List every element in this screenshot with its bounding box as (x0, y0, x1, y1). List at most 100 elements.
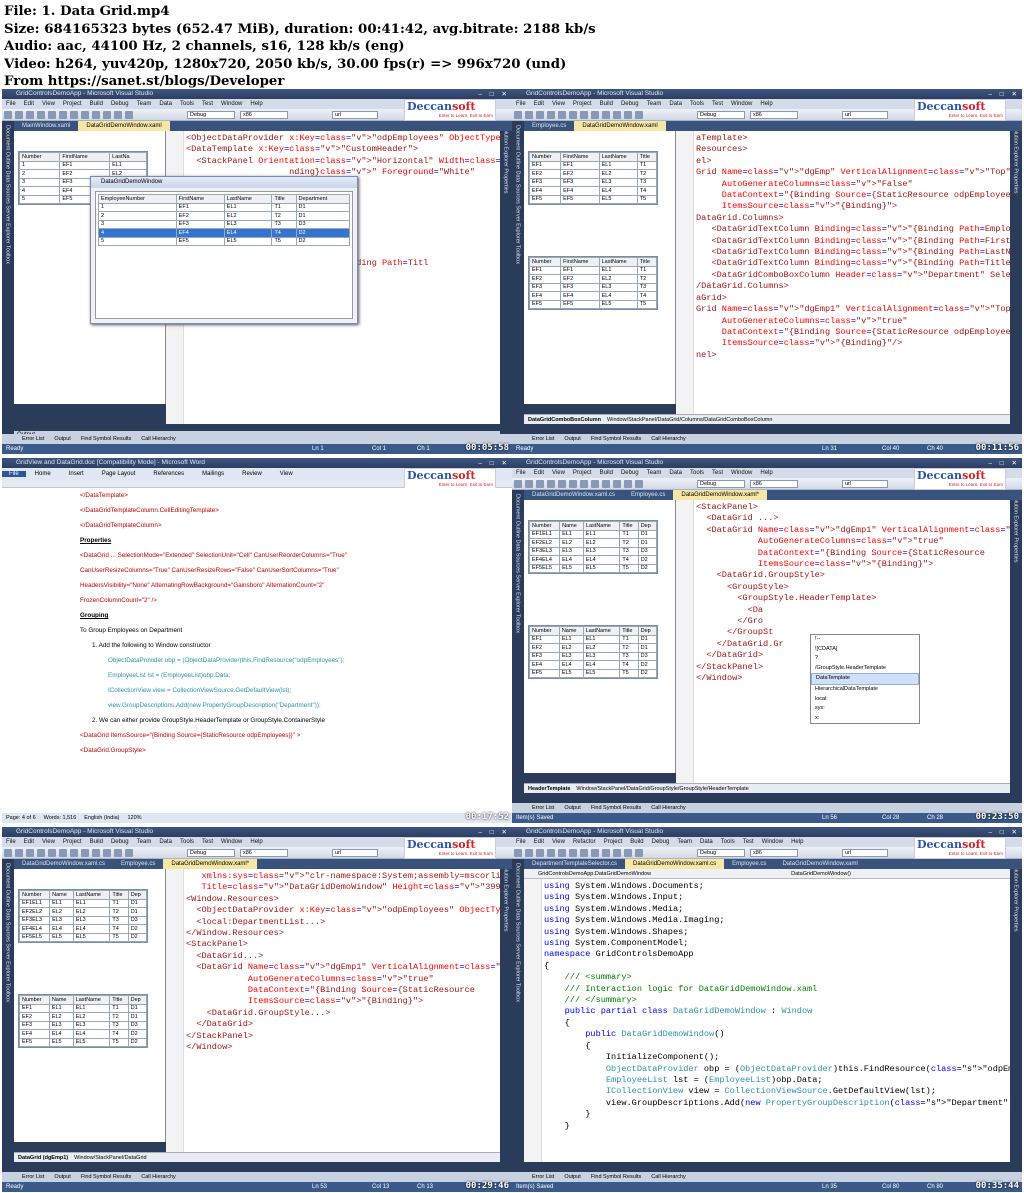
grid-row[interactable]: EF1 EF1 EL1 T1 (528, 160, 658, 170)
breadcrumb-selected[interactable]: DataGrid (dgEmp1) (18, 1155, 68, 1161)
code-editor[interactable]: xmlns:sys=class="v">"clr-namespace:Syste… (166, 869, 500, 1162)
grid-cell[interactable]: EL3 (598, 282, 638, 292)
intellisense-item[interactable]: !-- (811, 635, 919, 645)
find-box[interactable]: url (842, 849, 888, 857)
toolbar-button-icon[interactable] (536, 480, 544, 488)
intellisense-item[interactable]: local: (811, 695, 919, 705)
grid-cell[interactable]: EL3 (558, 651, 584, 661)
grid-row[interactable]: EF4 EF4 EL4 T4 (528, 291, 658, 301)
grid-cell[interactable]: EF3 (560, 177, 600, 187)
toolbar-button-icon[interactable] (125, 849, 133, 857)
grid-row[interactable]: EF2 EL2 EL2 T2 D1 (19, 1012, 148, 1022)
grid-cell[interactable]: D3 (637, 651, 658, 661)
grid-cell[interactable]: EF5 (560, 299, 600, 309)
grid-cell[interactable]: EL1 (72, 898, 111, 908)
grid-row[interactable]: EF1 EF1 EL1 T1 (528, 265, 658, 275)
grid-cell[interactable]: T4 (636, 291, 658, 301)
find-box[interactable]: url (842, 111, 888, 119)
designer-datagrid-2[interactable]: Number Name LastName Title Dep EF1 EL1 EL1 T1 D1 E… (529, 626, 658, 678)
grid-cell[interactable]: EF3 (528, 177, 562, 187)
document-tab[interactable]: DepartmentTemplateSelector.cs (524, 859, 625, 869)
grid-cell[interactable]: T2 (619, 643, 639, 653)
grid-cell[interactable]: T4 (271, 228, 297, 238)
grid-cell[interactable]: 5 (98, 236, 177, 246)
grid-cell[interactable]: T2 (109, 1012, 129, 1022)
menu-view[interactable]: View (552, 839, 565, 845)
grid-cell[interactable]: EF2 (528, 274, 562, 284)
grid-column-header[interactable]: Number (18, 890, 51, 900)
grid-column-header[interactable]: LastName (72, 995, 111, 1005)
menu-debug[interactable]: Debug (111, 101, 129, 107)
intellisense-item[interactable]: HierarchicalDataTemplate (811, 685, 919, 695)
grid-row[interactable]: EF1 EL1 EL1 T1 D1 (529, 634, 658, 644)
grid-row[interactable]: EF1EL1 EL1 EL1 T1 D1 (528, 529, 658, 539)
grid-cell[interactable]: EL3 (72, 1020, 111, 1030)
menu-project[interactable]: Project (573, 101, 592, 107)
running-app-window[interactable]: DataGridDemoWindow EmployeeNumber FirstNam… (90, 176, 358, 324)
grid-cell[interactable]: EF1EL1 (528, 529, 561, 539)
grid-row[interactable]: EF4 EL4 EL4 T4 D2 (19, 1029, 148, 1039)
grid-cell[interactable]: EL1 (559, 529, 584, 539)
code-text[interactable]: aTemplate> Resources> el> Grid Name=class="… (696, 133, 1010, 361)
grid-cell[interactable]: D3 (127, 915, 148, 925)
xaml-designer[interactable]: Number Name LastName Title Dep EF1 EL1 EL1 T1 D1 E… (14, 869, 166, 1142)
document-tabs[interactable]: MainWindow.xaml DataGridDemoWindow.xaml (14, 121, 512, 131)
toolbar-button-icon[interactable] (613, 480, 621, 488)
grid-cell[interactable]: D2 (637, 563, 658, 573)
toolbar-button-icon[interactable] (635, 111, 643, 119)
grid-cell[interactable]: EL5 (223, 236, 273, 246)
grid-cell[interactable]: EF4 (529, 660, 560, 670)
type-dropdown[interactable]: GridControlsDemoApp.DataGridDemoWindow (538, 871, 651, 877)
menu-project[interactable]: Project (63, 839, 82, 845)
grid-cell[interactable]: D1 (295, 211, 350, 221)
grid-column-header[interactable]: Name (48, 995, 74, 1005)
grid-cell[interactable]: EL5 (582, 563, 621, 573)
grid-row[interactable]: EF1 EL1 EL1 T1 D1 (19, 1003, 148, 1013)
grid-cell[interactable]: EL2 (49, 907, 74, 917)
menu-data[interactable]: Data (669, 470, 682, 476)
toolbar-button-icon[interactable] (580, 849, 588, 857)
find-box[interactable]: url (332, 111, 378, 119)
grid-cell[interactable]: 4 (98, 228, 177, 238)
grid-cell[interactable]: D2 (127, 924, 148, 934)
intellisense-item[interactable]: /GroupStyle.HeaderTemplate (811, 664, 919, 674)
grid-cell[interactable]: T3 (109, 915, 129, 925)
grid-cell[interactable]: EL4 (598, 291, 638, 301)
toolbar-button-icon[interactable] (114, 849, 122, 857)
document-tab[interactable]: DataGridDemoWindow.xaml* (163, 859, 258, 869)
grid-row[interactable]: 2 EF2 EL2 T2 D1 (98, 211, 350, 221)
ribbon-tab-references[interactable]: References (153, 471, 184, 477)
grid-cell[interactable]: T5 (109, 1037, 129, 1047)
toolbar-button-icon[interactable] (514, 480, 522, 488)
grid-cell[interactable]: T1 (619, 634, 639, 644)
grid-cell[interactable]: EF3 (175, 219, 225, 229)
menu-file[interactable]: File (516, 470, 526, 476)
ribbon-tab-home[interactable]: Home (35, 471, 51, 477)
code-editor[interactable]: using System.Windows.Documents; using Sys… (524, 879, 1010, 1162)
grid-cell[interactable]: EF4 (528, 291, 562, 301)
grid-cell[interactable]: EL4 (49, 924, 74, 934)
window-controls[interactable]: – □ ✕ (478, 459, 510, 468)
tool-tab-find-symbol-results[interactable]: Find Symbol Results (81, 1174, 131, 1180)
grid-column-header[interactable]: Number (18, 152, 61, 162)
grid-cell[interactable]: T5 (636, 299, 658, 309)
grid-cell[interactable]: EF5 (19, 1037, 50, 1047)
bottom-tool-tabs[interactable]: Error List Output Find Symbol Results Call … (512, 1172, 1022, 1182)
menu-view[interactable]: View (552, 470, 565, 476)
toolbar-button-icon[interactable] (114, 111, 122, 119)
grid-column-header[interactable]: Title (619, 521, 639, 531)
grid-row[interactable]: EF3 EF3 EL3 T3 (528, 282, 658, 292)
grid-cell[interactable]: EL4 (223, 228, 273, 238)
grid-cell[interactable]: EF2EL2 (528, 538, 561, 548)
toolbar-button-icon[interactable] (103, 111, 111, 119)
grid-cell[interactable]: D1 (637, 529, 658, 539)
grid-column-header[interactable]: LastName (598, 257, 638, 267)
window-controls[interactable]: – □ ✕ (478, 90, 510, 99)
breadcrumb-selected[interactable]: DataGridComboBoxColumn (528, 417, 601, 423)
right-panel-tabs[interactable]: Solution Explorer Properties (1012, 125, 1018, 193)
grid-row[interactable]: EF5EL5 EL5 EL5 T5 D2 (18, 932, 148, 942)
grid-cell[interactable]: EF5 (560, 194, 600, 204)
menu-build[interactable]: Build (600, 470, 613, 476)
menu-debug[interactable]: Debug (652, 839, 670, 845)
grid-cell[interactable]: EF1 (175, 202, 225, 212)
